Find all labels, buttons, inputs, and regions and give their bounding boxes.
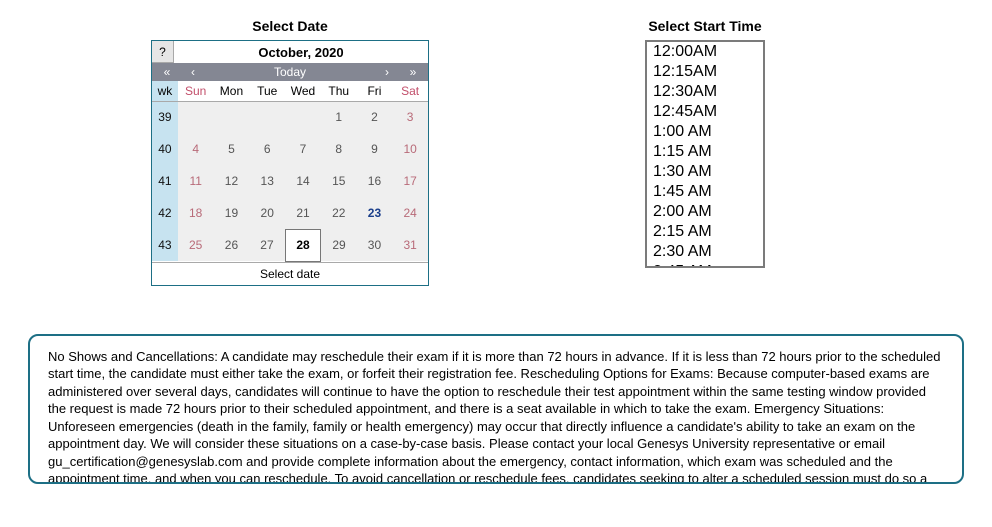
time-option[interactable]: 2:45 AM xyxy=(647,262,763,268)
calendar-help-button[interactable]: ? xyxy=(152,41,174,63)
calendar-day[interactable]: 9 xyxy=(357,133,393,165)
today-button[interactable]: Today xyxy=(204,63,376,81)
week-number-cell: 40 xyxy=(152,133,178,165)
calendar-day[interactable]: 29 xyxy=(321,229,357,261)
time-option[interactable]: 1:15 AM xyxy=(647,142,763,162)
calendar-day xyxy=(178,101,214,133)
dow-fri: Fri xyxy=(357,81,393,101)
calendar-day xyxy=(214,101,250,133)
time-option[interactable]: 1:00 AM xyxy=(647,122,763,142)
calendar-day[interactable]: 23 xyxy=(357,197,393,229)
calendar-day[interactable]: 22 xyxy=(321,197,357,229)
calendar-day[interactable]: 2 xyxy=(357,101,393,133)
week-number-cell: 43 xyxy=(152,229,178,261)
calendar: ? October, 2020 « ‹ Today › » wk Sun Mon… xyxy=(151,40,429,286)
calendar-day[interactable]: 26 xyxy=(214,229,250,261)
calendar-day[interactable]: 3 xyxy=(392,101,428,133)
time-option[interactable]: 2:15 AM xyxy=(647,222,763,242)
policy-text: No Shows and Cancellations: A candidate … xyxy=(28,334,964,484)
calendar-day[interactable]: 4 xyxy=(178,133,214,165)
calendar-day[interactable]: 15 xyxy=(321,165,357,197)
time-option[interactable]: 12:00AM xyxy=(647,42,763,62)
dow-tue: Tue xyxy=(249,81,285,101)
time-option[interactable]: 2:30 AM xyxy=(647,242,763,262)
calendar-day[interactable]: 21 xyxy=(285,197,321,229)
time-option[interactable]: 2:00 AM xyxy=(647,202,763,222)
select-date-heading: Select Date xyxy=(252,18,327,34)
time-option[interactable]: 12:45AM xyxy=(647,102,763,122)
calendar-day xyxy=(285,101,321,133)
calendar-day[interactable]: 18 xyxy=(178,197,214,229)
next-year-button[interactable]: » xyxy=(398,63,428,81)
dow-wed: Wed xyxy=(285,81,321,101)
dow-mon: Mon xyxy=(214,81,250,101)
next-month-button[interactable]: › xyxy=(376,63,398,81)
time-option[interactable]: 12:30AM xyxy=(647,82,763,102)
calendar-day[interactable]: 25 xyxy=(178,229,214,261)
time-option[interactable]: 1:45 AM xyxy=(647,182,763,202)
calendar-day xyxy=(249,101,285,133)
calendar-day[interactable]: 30 xyxy=(357,229,393,261)
calendar-title: October, 2020 xyxy=(174,42,428,63)
calendar-day[interactable]: 27 xyxy=(249,229,285,261)
calendar-footer: Select date xyxy=(152,262,428,285)
calendar-day[interactable]: 1 xyxy=(321,101,357,133)
calendar-day[interactable]: 14 xyxy=(285,165,321,197)
calendar-day[interactable]: 10 xyxy=(392,133,428,165)
prev-year-button[interactable]: « xyxy=(152,63,182,81)
week-number-cell: 39 xyxy=(152,101,178,133)
calendar-day[interactable]: 7 xyxy=(285,133,321,165)
time-option[interactable]: 1:30 AM xyxy=(647,162,763,182)
prev-month-button[interactable]: ‹ xyxy=(182,63,204,81)
calendar-day[interactable]: 19 xyxy=(214,197,250,229)
calendar-day[interactable]: 28 xyxy=(285,229,321,261)
calendar-day[interactable]: 31 xyxy=(392,229,428,261)
calendar-day[interactable]: 24 xyxy=(392,197,428,229)
calendar-day[interactable]: 16 xyxy=(357,165,393,197)
calendar-day[interactable]: 17 xyxy=(392,165,428,197)
week-number-cell: 41 xyxy=(152,165,178,197)
calendar-grid: wk Sun Mon Tue Wed Thu Fri Sat 391234045… xyxy=(152,81,428,262)
week-number-cell: 42 xyxy=(152,197,178,229)
calendar-day[interactable]: 20 xyxy=(249,197,285,229)
time-option[interactable]: 12:15AM xyxy=(647,62,763,82)
dow-sun: Sun xyxy=(178,81,214,101)
calendar-day[interactable]: 6 xyxy=(249,133,285,165)
dow-thu: Thu xyxy=(321,81,357,101)
calendar-day[interactable]: 8 xyxy=(321,133,357,165)
select-start-time-heading: Select Start Time xyxy=(648,18,761,34)
week-number-header: wk xyxy=(152,81,178,101)
start-time-listbox[interactable]: 12:00AM12:15AM12:30AM12:45AM1:00 AM1:15 … xyxy=(645,40,765,268)
dow-sat: Sat xyxy=(392,81,428,101)
calendar-day[interactable]: 12 xyxy=(214,165,250,197)
calendar-day[interactable]: 5 xyxy=(214,133,250,165)
calendar-day[interactable]: 11 xyxy=(178,165,214,197)
calendar-day[interactable]: 13 xyxy=(249,165,285,197)
